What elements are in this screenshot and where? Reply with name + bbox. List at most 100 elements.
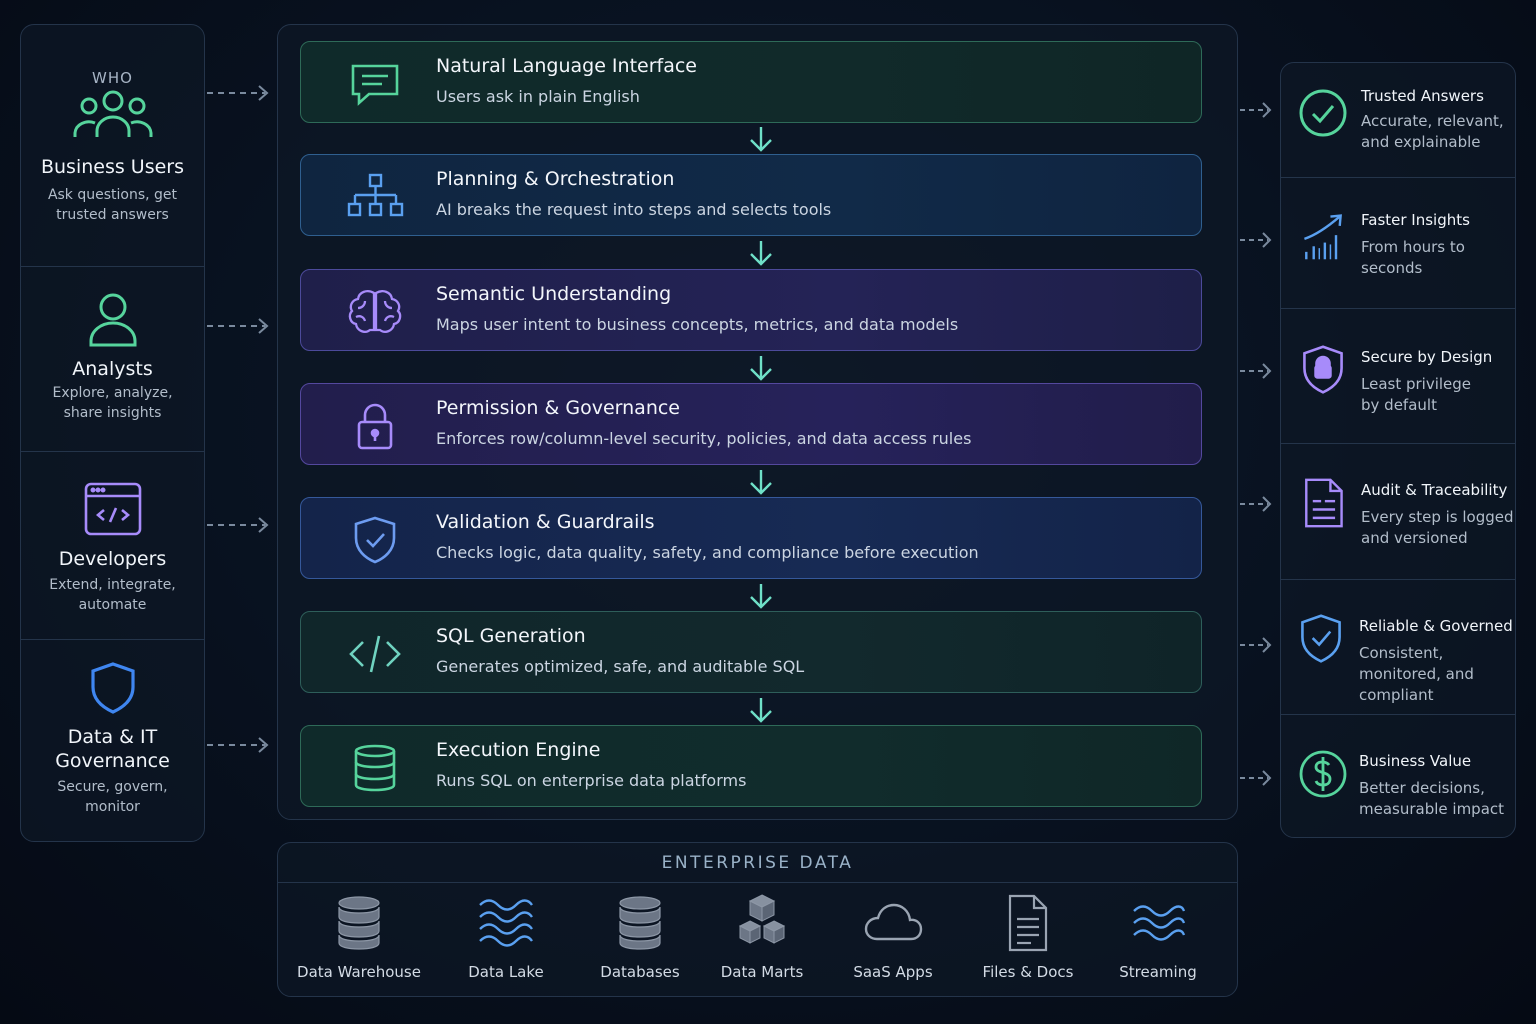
chat-icon <box>351 64 399 106</box>
step-desc: Enforces row/column-level security, poli… <box>436 429 972 448</box>
file-icon <box>1008 894 1048 952</box>
who-item-analysts: Analysts Explore, analyze, share insight… <box>21 291 204 423</box>
outcome-desc: Consistent, monitored, and compliant <box>1359 644 1474 704</box>
outcome-trusted-answers: Trusted Answers Accurate, relevant, and … <box>1281 63 1515 177</box>
dashed-arrow-icon <box>207 318 269 334</box>
dashed-arrow-icon <box>1240 232 1272 248</box>
dashed-arrow-icon <box>1240 770 1272 786</box>
shield-check-icon <box>1301 614 1341 663</box>
outcome-title: Business Value <box>1359 752 1472 770</box>
dollar-icon <box>1299 750 1347 798</box>
outcome-desc: Least privilege by default <box>1361 375 1472 414</box>
outcome-title: Reliable & Governed <box>1359 617 1513 635</box>
who-desc: Secure, govern, monitor <box>57 779 168 815</box>
step-validation-guardrails: Validation & Guardrails Checks logic, da… <box>300 497 1202 579</box>
arrow-down-icon <box>750 356 772 381</box>
document-icon <box>1305 478 1343 528</box>
who-desc: Extend, integrate, automate <box>49 577 176 613</box>
step-desc: Users ask in plain English <box>436 87 640 106</box>
shield-icon <box>90 662 135 714</box>
cloud-icon <box>864 903 923 941</box>
who-title: Business Users <box>40 156 185 178</box>
step-desc: Maps user intent to business concepts, m… <box>436 315 959 334</box>
users-icon <box>73 90 152 137</box>
dashed-arrow-icon <box>207 85 269 101</box>
outcomes-panel: Trusted Answers Accurate, relevant, and … <box>1280 62 1516 838</box>
outcome-secure-by-design: Secure by Design Least privilege by defa… <box>1281 308 1515 443</box>
outcome-title: Audit & Traceability <box>1361 481 1508 499</box>
arrow-down-icon <box>750 127 772 152</box>
who-item-developers: Developers Extend, integrate, automate <box>21 481 204 615</box>
step-sql-generation: SQL Generation Generates optimized, safe… <box>300 611 1202 693</box>
step-desc: Checks logic, data quality, safety, and … <box>436 543 979 562</box>
who-item-governance: Data & IT Governance Secure, govern, mon… <box>21 661 204 817</box>
who-heading: WHO <box>92 69 133 87</box>
dashed-arrow-icon <box>1240 102 1272 118</box>
step-title: Planning & Orchestration <box>436 168 675 190</box>
dashed-arrow-icon <box>1240 637 1272 653</box>
step-desc: AI breaks the request into steps and sel… <box>436 200 832 219</box>
dashed-arrow-icon <box>207 737 269 753</box>
dashed-arrow-icon <box>1240 363 1272 379</box>
shield-check-icon <box>354 516 396 564</box>
step-desc: Runs SQL on enterprise data platforms <box>436 771 747 790</box>
source-label: Data Marts <box>720 963 804 981</box>
divider <box>21 451 204 452</box>
source-label: Files & Docs <box>982 963 1074 981</box>
source-label: Streaming <box>1119 963 1197 981</box>
source-saas-apps: SaaS Apps <box>828 893 958 981</box>
source-databases: Databases <box>575 893 705 981</box>
step-semantic-understanding: Semantic Understanding Maps user intent … <box>300 269 1202 351</box>
outcome-business-value: Business Value Better decisions, measura… <box>1281 714 1515 839</box>
step-title: Semantic Understanding <box>436 283 672 305</box>
waves-icon <box>479 899 533 947</box>
pipeline-panel: Natural Language Interface Users ask in … <box>277 24 1238 820</box>
arrow-down-icon <box>750 584 772 609</box>
step-desc: Generates optimized, safe, and auditable… <box>436 657 805 676</box>
divider <box>278 882 1237 883</box>
outcome-title: Trusted Answers <box>1361 87 1484 105</box>
user-icon <box>89 293 136 347</box>
database-icon <box>354 744 396 792</box>
source-label: Databases <box>600 963 680 981</box>
source-label: SaaS Apps <box>853 963 933 981</box>
arrow-down-icon <box>750 698 772 723</box>
step-planning-orchestration: Planning & Orchestration AI breaks the r… <box>300 154 1202 236</box>
shield-lock-icon <box>1303 345 1343 394</box>
source-data-warehouse: Data Warehouse <box>294 893 424 981</box>
who-desc: Ask questions, get trusted answers <box>47 187 178 223</box>
dashed-arrow-icon <box>207 517 269 533</box>
code-icon <box>349 635 401 673</box>
outcome-title: Secure by Design <box>1361 348 1493 366</box>
outcome-title: Faster Insights <box>1361 211 1470 229</box>
code-window-icon <box>84 482 141 536</box>
step-title: Natural Language Interface <box>436 55 697 77</box>
step-title: Permission & Governance <box>436 397 680 419</box>
hierarchy-icon <box>347 173 404 217</box>
step-title: Validation & Guardrails <box>436 511 655 533</box>
source-label: Data Lake <box>468 963 544 981</box>
outcome-desc: Accurate, relevant, and explainable <box>1361 112 1504 151</box>
stream-icon <box>1133 905 1186 941</box>
arrow-down-icon <box>750 241 772 266</box>
source-data-lake: Data Lake <box>441 893 571 981</box>
dashed-arrow-icon <box>1240 496 1272 512</box>
brain-icon <box>348 290 402 333</box>
who-title: Data & IT Governance <box>55 726 170 772</box>
arrow-down-icon <box>750 470 772 495</box>
who-desc: Explore, analyze, share insights <box>52 385 173 421</box>
enterprise-data-panel: ENTERPRISE DATA Data Warehouse Data Lake… <box>277 842 1238 997</box>
check-circle-icon <box>1299 89 1347 137</box>
outcome-reliable-governed: Reliable & Governed Consistent, monitore… <box>1281 579 1515 714</box>
lock-icon <box>357 403 393 450</box>
growth-chart-icon <box>1304 214 1342 260</box>
outcome-audit-traceability: Audit & Traceability Every step is logge… <box>1281 443 1515 579</box>
cubes-icon <box>738 894 786 944</box>
source-files-docs: Files & Docs <box>963 893 1093 981</box>
step-natural-language-interface: Natural Language Interface Users ask in … <box>300 41 1202 123</box>
source-data-marts: Data Marts <box>697 893 827 981</box>
outcome-desc: Every step is logged and versioned <box>1361 508 1514 547</box>
who-item-business-users: Business Users Ask questions, get truste… <box>21 87 204 225</box>
enterprise-data-title: ENTERPRISE DATA <box>661 853 854 873</box>
step-title: Execution Engine <box>436 739 601 761</box>
